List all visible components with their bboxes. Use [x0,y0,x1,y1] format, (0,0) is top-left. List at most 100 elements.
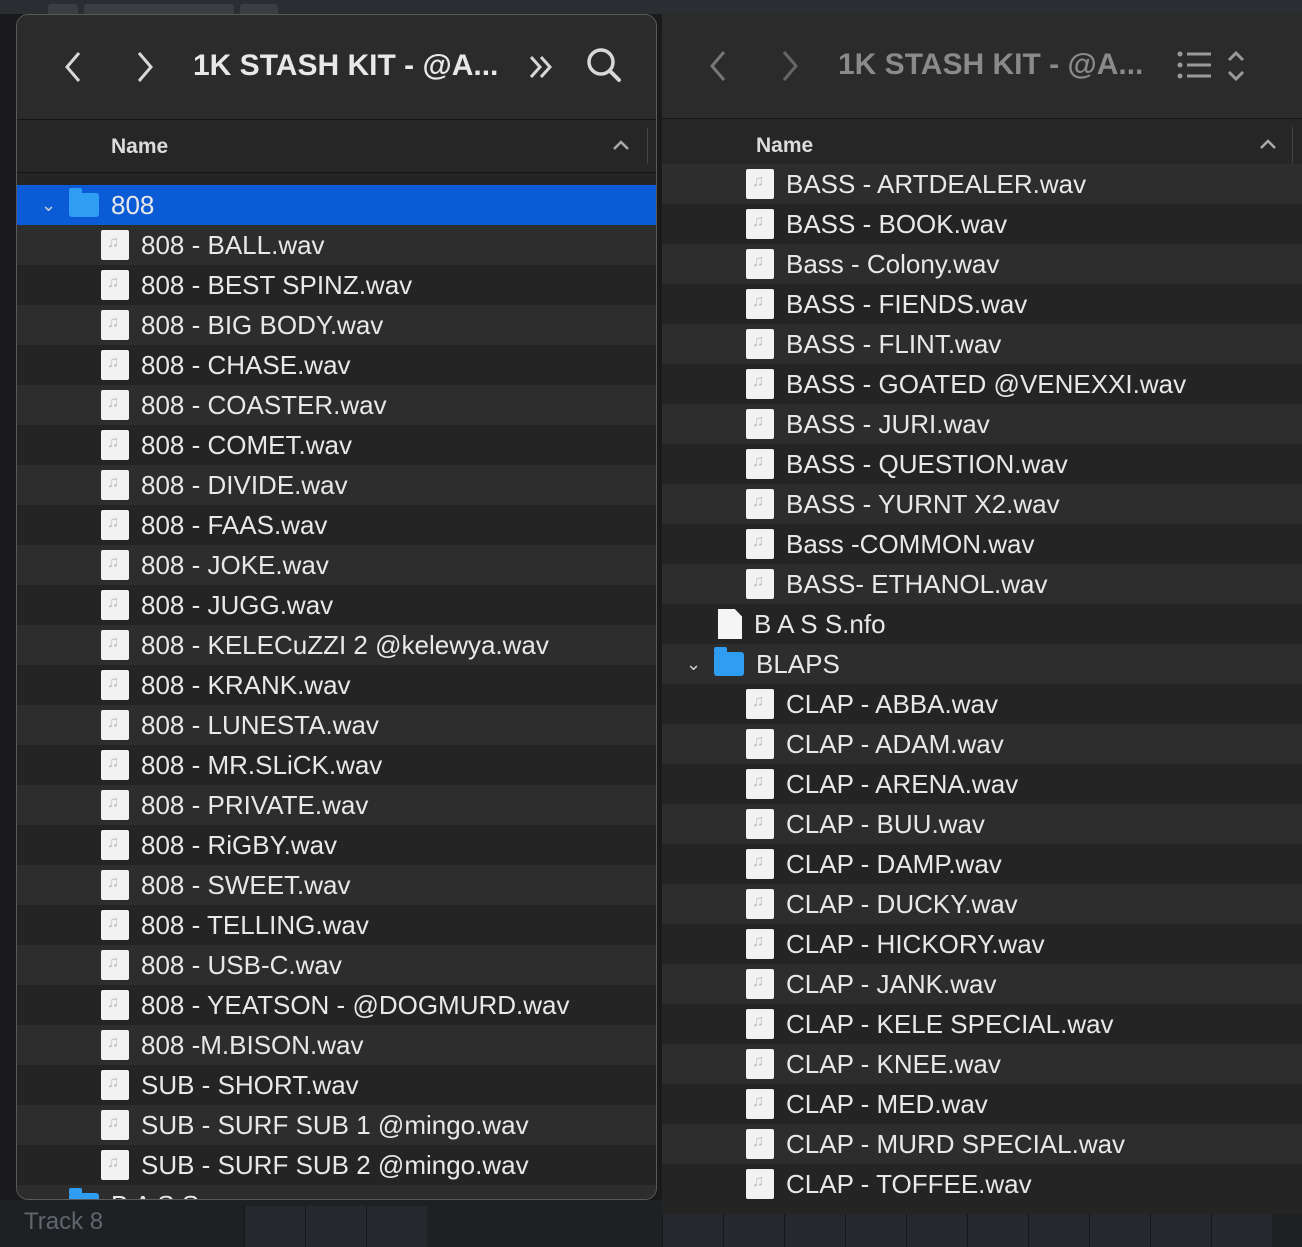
file-name: SUB - SURF SUB 1 @mingo.wav [141,1110,529,1140]
file-row[interactable]: 808 - CHASE.wav [17,345,656,385]
file-row[interactable]: CLAP - ADAM.wav [662,724,1302,764]
file-row[interactable]: CLAP - KELE SPECIAL.wav [662,1004,1302,1044]
file-row[interactable]: 808 - RiGBY.wav [17,825,656,865]
file-row[interactable]: CLAP - ARENA.wav [662,764,1302,804]
audio-file-icon [101,1110,129,1140]
file-row[interactable]: SUB - SURF SUB 2 @mingo.wav [17,1145,656,1185]
back-icon[interactable] [706,42,730,90]
audio-file-icon [746,1049,774,1079]
folder-row[interactable]: ⌄ 808 [17,185,656,225]
file-row[interactable]: CLAP - BUU.wav [662,804,1302,844]
file-name: 808 - FAAS.wav [141,510,328,540]
forward-icon[interactable] [133,43,157,91]
column-header[interactable]: Name [17,120,656,173]
file-row[interactable]: 808 - MR.SLiCK.wav [17,745,656,785]
file-row[interactable]: BASS - ARTDEALER.wav [662,164,1302,204]
file-row[interactable]: 808 - DIVIDE.wav [17,465,656,505]
audio-file-icon [101,590,129,620]
audio-file-icon [746,289,774,319]
file-row[interactable]: 808 - SWEET.wav [17,865,656,905]
file-row[interactable]: CLAP - ABBA.wav [662,684,1302,724]
file-row[interactable]: BASS- ETHANOL.wav [662,564,1302,604]
file-name: 808 - CHASE.wav [141,350,351,380]
file-row[interactable]: 808 - YEATSON - @DOGMURD.wav [17,985,656,1025]
more-toolbar-items-icon[interactable] [527,43,557,91]
file-name: 808 - RiGBY.wav [141,830,338,860]
disclosure-expanded-icon[interactable]: ⌄ [41,195,61,216]
file-row[interactable]: Bass - Colony.wav [662,244,1302,284]
audio-file-icon [101,1070,129,1100]
file-row[interactable]: 808 - COMET.wav [17,425,656,465]
sort-ascending-icon[interactable] [611,134,631,158]
file-row[interactable]: BASS - YURNT X2.wav [662,484,1302,524]
sort-ascending-icon[interactable] [1258,133,1278,157]
file-name: BASS - FIENDS.wav [786,289,1028,319]
file-row[interactable]: BASS - FLINT.wav [662,324,1302,364]
track-cell [366,1206,427,1247]
file-row[interactable]: 808 - JOKE.wav [17,545,656,585]
file-row[interactable]: 808 - JUGG.wav [17,585,656,625]
file-row[interactable]: 808 - USB-C.wav [17,945,656,985]
toolbar: 1K STASH KIT - @A... [17,15,656,120]
audio-file-icon [101,870,129,900]
file-row[interactable]: CLAP - HICKORY.wav [662,924,1302,964]
file-row[interactable]: 808 - KELECuZZI 2 @kelewya.wav [17,625,656,665]
folder-row[interactable]: ⌄ BLAPS [662,644,1302,684]
file-row[interactable]: CLAP - DUCKY.wav [662,884,1302,924]
audio-file-icon [101,910,129,940]
file-row[interactable]: SUB - SURF SUB 1 @mingo.wav [17,1105,656,1145]
file-row[interactable]: Bass -COMMON.wav [662,524,1302,564]
audio-file-icon [746,1009,774,1039]
file-row[interactable]: 808 - BIG BODY.wav [17,305,656,345]
file-list[interactable]: ⌄ 808 808 - BALL.wav 808 - BEST SPINZ.wav 80… [17,185,656,1200]
audio-file-icon [101,710,129,740]
file-row[interactable]: BASS - QUESTION.wav [662,444,1302,484]
folder-row[interactable]: › B A S S [17,1185,656,1200]
file-row[interactable]: BASS - JURI.wav [662,404,1302,444]
name-column-header[interactable]: Name [111,135,168,159]
file-row[interactable]: BASS - BOOK.wav [662,204,1302,244]
file-name: 808 - KRANK.wav [141,670,351,700]
view-options-chevron-icon[interactable] [1226,48,1246,84]
file-name: CLAP - JANK.wav [786,969,997,999]
file-row[interactable]: 808 - COASTER.wav [17,385,656,425]
disclosure-expanded-icon[interactable]: ⌄ [686,654,706,675]
file-row[interactable]: 808 - PRIVATE.wav [17,785,656,825]
audio-file-icon [746,889,774,919]
file-row[interactable]: 808 - FAAS.wav [17,505,656,545]
audio-file-icon [746,929,774,959]
daw-tab [84,4,234,14]
file-name: 808 - JUGG.wav [141,590,334,620]
search-icon[interactable] [585,45,625,89]
file-row[interactable]: CLAP - MURD SPECIAL.wav [662,1124,1302,1164]
file-row[interactable]: CLAP - JANK.wav [662,964,1302,1004]
forward-icon[interactable] [778,42,802,90]
file-row[interactable]: CLAP - TOFFEE.wav [662,1164,1302,1204]
file-row[interactable]: BASS - FIENDS.wav [662,284,1302,324]
file-name: CLAP - KNEE.wav [786,1049,1001,1079]
file-row[interactable]: 808 - LUNESTA.wav [17,705,656,745]
back-icon[interactable] [61,43,85,91]
file-list[interactable]: BASS - ARTDEALER.wav BASS - BOOK.wav Bass … [662,164,1302,1204]
file-row[interactable]: 808 - TELLING.wav [17,905,656,945]
file-row[interactable]: 808 - BEST SPINZ.wav [17,265,656,305]
name-column-header[interactable]: Name [756,134,813,158]
disclosure-collapsed-icon[interactable]: › [41,1195,61,1200]
finder-window-right[interactable]: 1K STASH KIT - @A... Name BASS - ARTDEAL… [662,14,1302,1214]
file-row[interactable]: 808 -M.BISON.wav [17,1025,656,1065]
file-row[interactable]: CLAP - DAMP.wav [662,844,1302,884]
file-row[interactable]: 808 - BALL.wav [17,225,656,265]
file-row[interactable]: CLAP - MED.wav [662,1084,1302,1124]
file-row[interactable]: 808 - KRANK.wav [17,665,656,705]
file-row[interactable]: SUB - SHORT.wav [17,1065,656,1105]
daw-top-strip [0,0,1302,14]
list-view-icon[interactable] [1176,48,1214,84]
finder-window-left[interactable]: 1K STASH KIT - @A... Name ⌄ 808 808 - BALL… [16,14,657,1200]
file-row[interactable]: BASS - GOATED @VENEXXI.wav [662,364,1302,404]
file-name: 808 - DIVIDE.wav [141,470,348,500]
file-name: CLAP - HICKORY.wav [786,929,1045,959]
file-row[interactable]: CLAP - KNEE.wav [662,1044,1302,1084]
file-name: CLAP - MED.wav [786,1089,988,1119]
audio-file-icon [101,670,129,700]
file-row[interactable]: B A S S.nfo [662,604,1302,644]
